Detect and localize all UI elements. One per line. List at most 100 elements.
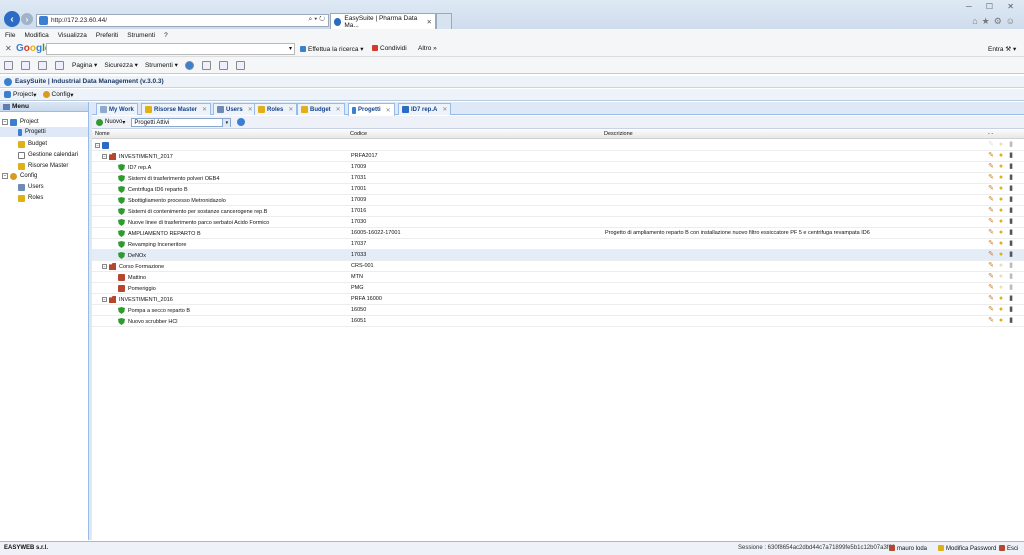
sidebar-item-risorse[interactable]: Risorse Master [18,161,68,171]
sidebar-item-config[interactable]: − Config [2,171,37,181]
trash-icon[interactable]: ▮ [1007,185,1015,193]
trash-icon[interactable]: ▮ [1007,295,1015,303]
google-search-input[interactable]: ▾ [46,43,295,55]
settings-icon[interactable] [218,60,228,70]
table-row[interactable]: Pompa a secco reparto B 16050 ✎ ● ▮ [92,305,1024,316]
config-menu[interactable]: Config ▾ [42,91,74,99]
new-button[interactable]: Nuovo ▾ [96,118,125,126]
trash-icon[interactable]: ▮ [1007,163,1015,171]
bulb-icon[interactable]: ● [997,240,1005,248]
table-row[interactable]: Revamping Inceneritore 17037 ✎ ● ▮ [92,239,1024,250]
edit-icon[interactable]: ✎ [987,273,995,281]
more-button[interactable]: Altro » [418,45,437,52]
bulb-icon[interactable]: ● [997,174,1005,182]
tab-budget[interactable]: Budget ✕ [297,103,345,115]
bulb-icon[interactable]: ● [997,196,1005,204]
bulb-icon[interactable]: ● [997,185,1005,193]
menu-strumenti[interactable]: Strumenti [127,32,155,39]
bulb-icon[interactable]: ● [997,229,1005,237]
table-row[interactable]: DeNOx 17033 ✎ ● ▮ [92,250,1024,261]
new-tab-button[interactable] [436,13,452,29]
edit-icon[interactable]: ✎ [987,163,995,171]
trash-icon[interactable]: ▮ [1007,218,1015,226]
table-row[interactable]: Sistemi di contenimento per sostanze can… [92,206,1024,217]
col-nome[interactable]: Nome [95,131,110,137]
table-row[interactable]: AMPLIAMENTO REPARTO B 16005-16022-17001 Pr… [92,228,1024,239]
edit-icon[interactable]: ✎ [987,262,995,270]
dropdown-arrow-icon[interactable]: ▾ [289,45,292,52]
google-search-button[interactable]: Effettua la ricerca ▾ [300,45,364,53]
edit-icon[interactable]: ✎ [987,174,995,182]
sidebar-item-progetti[interactable]: Progetti [0,127,88,137]
table-row[interactable]: Nuovo scrubber HCl 16051 ✎ ● ▮ [92,316,1024,327]
table-row[interactable]: Sistemi di trasferimento polveri OEB4 170… [92,173,1024,184]
user-button[interactable]: mauro loda [889,545,927,552]
bulb-icon[interactable]: ● [997,262,1005,270]
bulb-icon[interactable]: ● [997,284,1005,292]
bulb-icon[interactable]: ● [997,306,1005,314]
menu-file[interactable]: File [5,32,15,39]
table-row[interactable]: − INVESTIMENTI_2017 PRFA2017 ✎ ● ▮ [92,151,1024,162]
search-refresh-icon[interactable]: ⌕ ▾ ↻ [308,16,325,24]
refresh-icon[interactable] [237,118,246,126]
sidebar-item-users[interactable]: Users [18,182,44,192]
filter-select[interactable]: Progetti Attivi ▾ [131,117,232,127]
bulb-icon[interactable]: ● [997,218,1005,226]
mail-icon[interactable] [38,60,47,70]
sidebar-item-project[interactable]: − Project [2,117,39,127]
edit-icon[interactable]: ✎ [987,284,995,292]
trash-icon[interactable]: ▮ [1007,273,1015,281]
exit-button[interactable]: Esci [999,545,1018,552]
bulb-icon[interactable]: ● [997,251,1005,259]
trash-icon[interactable]: ▮ [1007,152,1015,160]
address-bar[interactable]: http://172.23.60.44/ ⌕ ▾ ↻ [36,14,329,27]
sidebar-item-roles[interactable]: Roles [18,193,43,203]
tab-risorse-master[interactable]: Risorse Master ✕ [141,103,212,115]
trash-icon[interactable]: ▮ [1007,240,1015,248]
share-button[interactable]: Condividi [372,45,407,52]
tab-roles[interactable]: Roles ✕ [254,103,298,115]
edit-icon[interactable]: ✎ [987,317,995,325]
bulb-icon[interactable]: ● [997,163,1005,171]
home-star-gear-icons[interactable]: ⌂★⚙☺ [972,16,1019,27]
trash-icon[interactable]: ▮ [1007,306,1015,314]
sidebar-item-calendari[interactable]: Gestione calendari [18,150,78,160]
back-button[interactable]: ‹ [4,11,20,27]
col-descrizione[interactable]: Descrizione [604,131,633,137]
edit-icon[interactable]: ✎ [987,152,995,160]
tree-root-row[interactable]: − ✎ ● ▮ [92,140,1024,151]
trash-icon[interactable]: ▮ [1007,251,1015,259]
edit-icon[interactable]: ✎ [987,295,995,303]
trash-icon[interactable]: ▮ [1007,174,1015,182]
home-icon[interactable] [4,60,13,70]
table-row[interactable]: Mattino MTN ✎ ● ▮ [92,272,1024,283]
close-tab-icon[interactable]: ✕ [427,18,432,26]
sidebar-item-budget[interactable]: Budget [18,139,47,149]
tools-menu[interactable]: Strumenti ▾ [145,61,178,69]
browser-tab[interactable]: EasySuite | Pharma Data Ma... ✕ [330,13,436,29]
window-controls[interactable]: ─ ☐ ✕ [966,2,1020,11]
tab-users[interactable]: Users ✕ [213,103,257,115]
feeds-icon[interactable] [21,60,30,70]
trash-icon[interactable]: ▮ [1007,262,1015,270]
table-row[interactable]: Centrifuga ID6 reparto B 17001 ✎ ● ▮ [92,184,1024,195]
bulb-icon[interactable]: ● [997,295,1005,303]
menu-preferiti[interactable]: Preferiti [96,32,118,39]
edit-icon[interactable]: ✎ [987,185,995,193]
print-icon[interactable] [55,60,64,70]
edit-icon[interactable]: ✎ [987,306,995,314]
menu-help[interactable]: ? [164,32,168,39]
edit-icon[interactable]: ✎ [987,251,995,259]
security-menu[interactable]: Sicurezza ▾ [104,61,138,69]
trash-icon[interactable]: ▮ [1007,317,1015,325]
bulb-icon[interactable]: ● [997,273,1005,281]
trash-icon[interactable]: ▮ [1007,229,1015,237]
tab-my-work[interactable]: My Work [96,103,138,115]
table-row[interactable]: − Corso Formazione CRS-001 ✎ ● ▮ [92,261,1024,272]
table-row[interactable]: − INVESTIMENTI_2016 PRFA 16000 ✎ ● ▮ [92,294,1024,305]
edit-icon[interactable]: ✎ [987,218,995,226]
edit-icon[interactable]: ✎ [987,196,995,204]
table-row[interactable]: ID7 rep.A 17009 ✎ ● ▮ [92,162,1024,173]
expand-toggle[interactable]: − [102,297,107,302]
trash-icon[interactable]: ▮ [1007,284,1015,292]
